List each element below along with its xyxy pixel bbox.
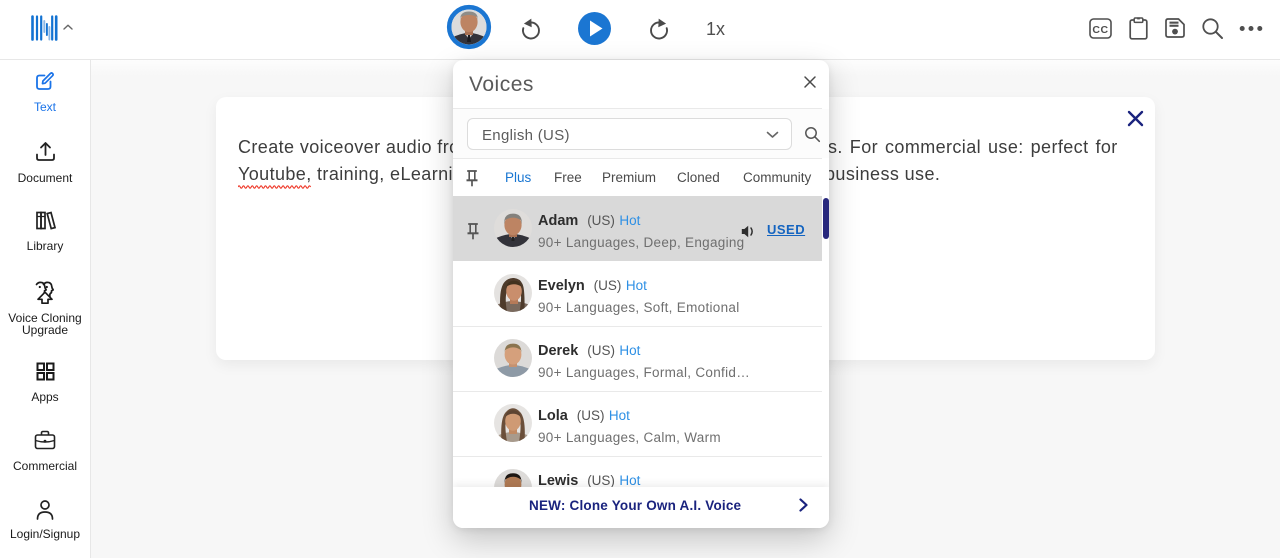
svg-text:CC: CC	[1092, 24, 1108, 36]
